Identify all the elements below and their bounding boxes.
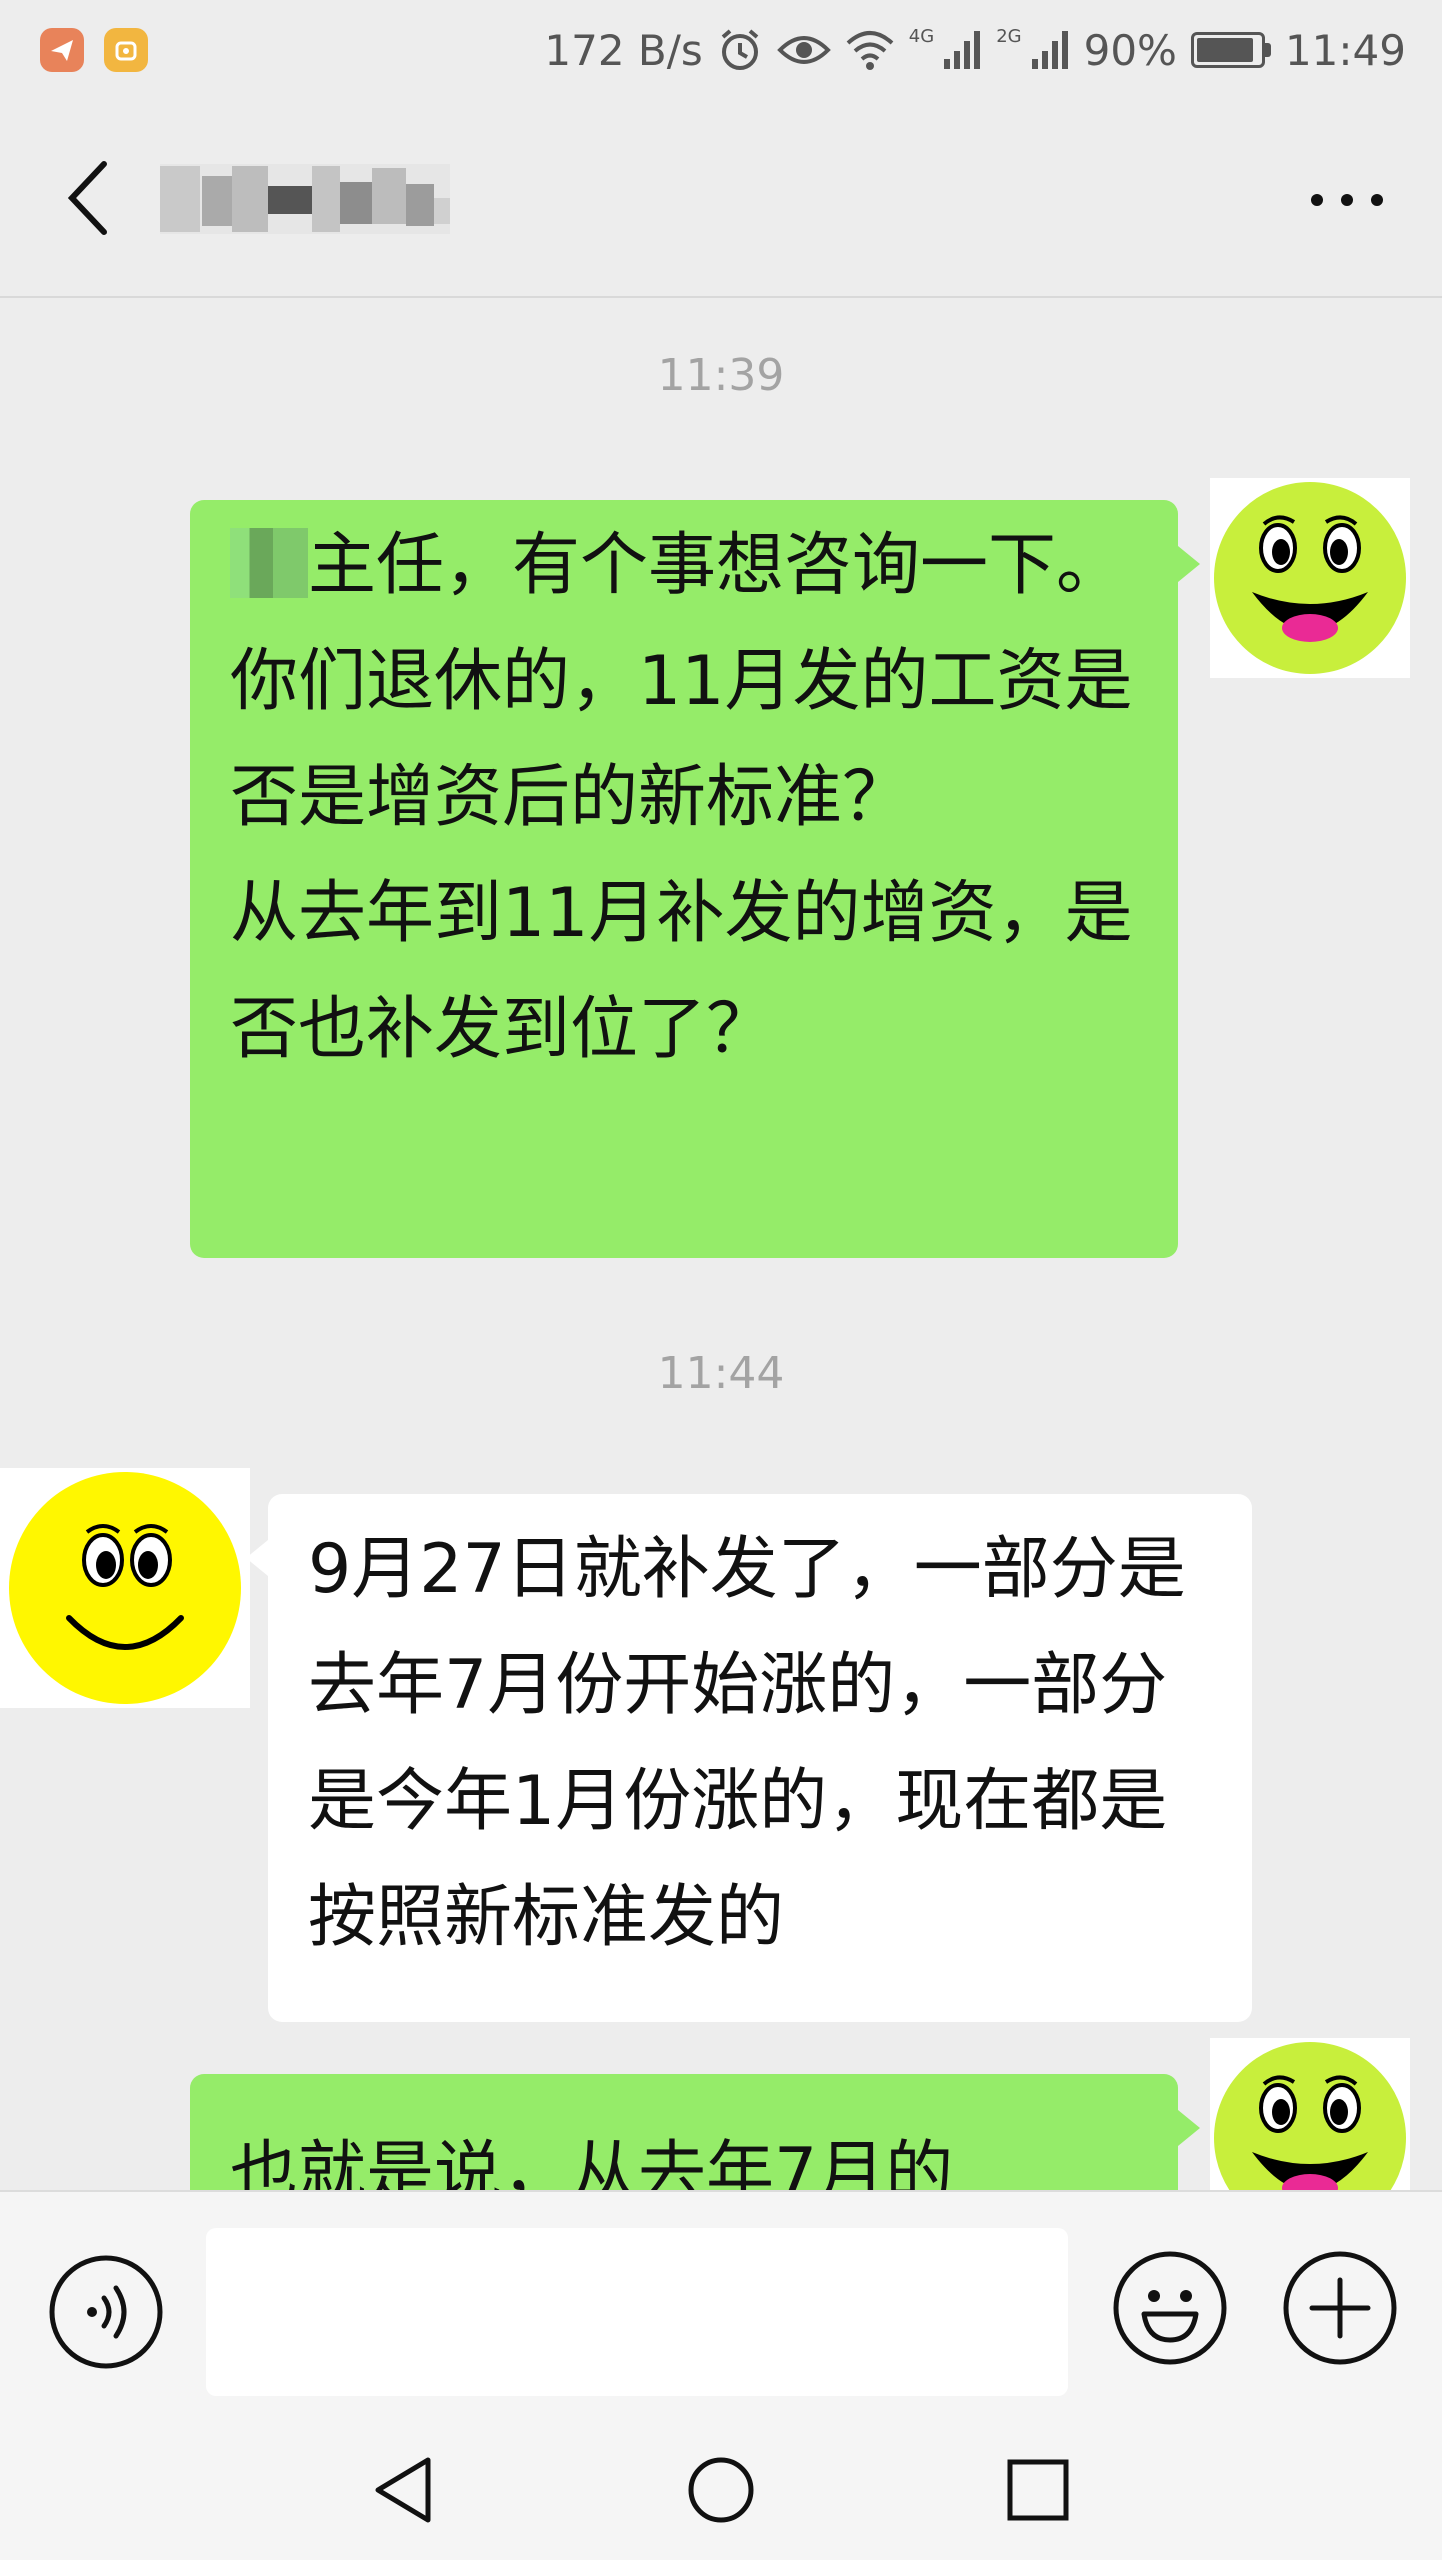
network-speed: 172 B/s (544, 25, 703, 75)
nav-home-icon (688, 2457, 754, 2523)
battery-percent: 90% (1083, 25, 1177, 75)
message-timestamp: 11:44 (657, 1348, 785, 1399)
nav-back-icon (375, 2457, 431, 2523)
app-notification-icon-2 (104, 28, 148, 72)
contact-avatar[interactable] (0, 1468, 250, 1708)
back-button[interactable] (58, 158, 118, 238)
voice-button[interactable] (48, 2254, 164, 2370)
smiley-avatar-icon (9, 1472, 241, 1704)
message-input[interactable] (206, 2228, 1068, 2396)
contact-name-blurred[interactable] (160, 154, 450, 238)
nav-recent-button[interactable] (998, 2450, 1078, 2530)
my-avatar[interactable] (1210, 2038, 1410, 2190)
input-bar (0, 2190, 1442, 2420)
message-bubble-sent[interactable]: 主任，有个事想咨询一下。 你们退休的，11月发的工资是否是增资后的新标准？ 从去… (190, 500, 1178, 1258)
alarm-icon (721, 29, 759, 70)
battery-level (1196, 38, 1253, 62)
network-type-label: 4G (908, 25, 935, 47)
network-type-label-2: 2G (996, 25, 1022, 47)
more-icon (1311, 194, 1383, 206)
smiley-avatar-icon (1214, 2042, 1406, 2190)
more-functions-button[interactable] (1282, 2250, 1398, 2366)
signal-icon (944, 31, 981, 69)
chat-header (0, 100, 1442, 298)
plus-icon (1283, 2251, 1397, 2365)
eye-icon (776, 36, 831, 64)
my-avatar[interactable] (1210, 478, 1410, 678)
app-notification-icon (40, 28, 84, 72)
system-nav-bar (0, 2420, 1442, 2560)
more-button[interactable] (1302, 170, 1392, 230)
voice-icon (49, 2255, 163, 2369)
back-icon (67, 161, 107, 235)
emoji-icon (1113, 2251, 1227, 2365)
signal-icon-2 (1031, 31, 1068, 69)
redacted-name (230, 528, 308, 598)
message-timestamp: 11:39 (657, 350, 785, 401)
chat-screen: 172 B/s 4G 2G 90% 11:49 11:39 主任，有个事想咨询一… (0, 0, 1442, 2560)
smiley-avatar-icon (1214, 482, 1406, 674)
emoji-button[interactable] (1112, 2250, 1228, 2366)
wifi-icon (846, 31, 894, 70)
status-bar: 172 B/s 4G 2G 90% 11:49 (0, 0, 1442, 100)
battery-icon (1190, 32, 1271, 68)
nav-back-button[interactable] (366, 2450, 446, 2530)
message-bubble-sent[interactable]: 也就是说，从去年7月的 (190, 2074, 1178, 2190)
status-time: 11:49 (1284, 25, 1406, 75)
message-list[interactable]: 11:39 主任，有个事想咨询一下。 你们退休的，11月发的工资是否是增资后的新… (0, 298, 1442, 2190)
nav-recent-icon (1007, 2459, 1069, 2521)
message-bubble-received[interactable]: 9月27日就补发了，一部分是去年7月份开始涨的，一部分是今年1月份涨的，现在都是… (268, 1494, 1252, 2022)
nav-home-button[interactable] (681, 2450, 761, 2530)
